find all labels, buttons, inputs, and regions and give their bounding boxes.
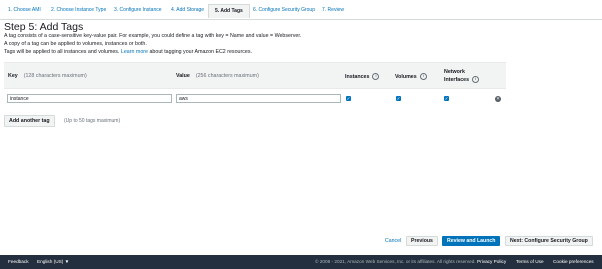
wizard-steps: 1. Choose AMI 2. Choose Instance Type 3.… <box>0 0 602 20</box>
network-interfaces-header-line-2: Interfaces <box>444 76 470 83</box>
feedback-link[interactable]: Feedback <box>8 259 29 264</box>
instances-header: Instances i <box>345 73 380 80</box>
description-line-1: A tag consists of a case-sensitive key-v… <box>4 33 302 39</box>
key-header-label: Key <box>8 73 18 79</box>
cancel-button[interactable]: Cancel <box>381 236 405 246</box>
info-icon[interactable]: i <box>372 73 380 80</box>
review-and-launch-button[interactable]: Review and Launch <box>442 236 501 246</box>
description-line-3: Tags will be applied to all instances an… <box>4 48 252 56</box>
key-header: Key (128 characters maximum) <box>8 73 87 79</box>
description-line-3-prefix: Tags will be applied to all instances an… <box>4 49 120 55</box>
tab-choose-instance-type[interactable]: 2. Choose Instance Type <box>51 7 106 13</box>
info-icon[interactable]: i <box>472 76 480 83</box>
value-header: Value (256 characters maximum) <box>176 73 259 79</box>
language-selector[interactable]: English (US) ▼ <box>37 259 69 264</box>
value-header-label: Value <box>176 73 190 79</box>
copyright-text: © 2008 - 2021, Amazon Web Services, Inc.… <box>315 259 476 264</box>
next-configure-security-group-button[interactable]: Next: Configure Security Group <box>505 236 593 246</box>
network-interfaces-header: Network Interfaces i <box>444 69 480 84</box>
tab-review[interactable]: 7. Review <box>322 7 344 13</box>
network-interfaces-header-line-1: Network <box>444 69 465 75</box>
instances-checkbox[interactable]: ✓ <box>346 96 351 101</box>
remove-tag-icon[interactable]: ✕ <box>495 96 501 102</box>
table-header: Key (128 characters maximum) Value (256 ch… <box>4 62 506 89</box>
tag-key-input[interactable] <box>7 94 172 103</box>
footer: Feedback English (US) ▼ © 2008 - 2021, A… <box>0 255 602 269</box>
description-line-3-suffix: about tagging your Amazon EC2 resources. <box>149 49 252 55</box>
info-icon[interactable]: i <box>419 73 427 80</box>
network-interfaces-checkbox[interactable]: ✓ <box>444 96 449 101</box>
description-line-2: A copy of a tag can be applied to volume… <box>4 41 147 47</box>
tags-table: Key (128 characters maximum) Value (256 ch… <box>4 62 506 106</box>
privacy-policy-link[interactable]: Privacy Policy <box>477 259 506 264</box>
volumes-header-label: Volumes <box>395 73 417 80</box>
tab-choose-ami[interactable]: 1. Choose AMI <box>8 7 41 13</box>
tab-configure-security-group[interactable]: 6. Configure Security Group <box>253 7 315 13</box>
value-header-hint: (256 characters maximum) <box>195 73 259 79</box>
add-tag-limit-hint: (Up to 50 tags maximum) <box>64 118 121 124</box>
terms-of-use-link[interactable]: Terms of Use <box>516 259 544 264</box>
previous-button[interactable]: Previous <box>406 236 438 246</box>
volumes-checkbox[interactable]: ✓ <box>396 96 401 101</box>
tab-add-tags[interactable]: 5. Add Tags <box>208 4 250 18</box>
add-another-tag-button[interactable]: Add another tag <box>4 115 55 127</box>
tab-configure-instance[interactable]: 3. Configure Instance <box>114 7 162 13</box>
instances-header-label: Instances <box>345 73 370 80</box>
learn-more-link[interactable]: Learn more <box>121 49 148 55</box>
volumes-header: Volumes i <box>395 73 427 80</box>
tag-value-input[interactable] <box>176 94 341 103</box>
key-header-hint: (128 characters maximum) <box>23 73 87 79</box>
tab-add-storage[interactable]: 4. Add Storage <box>171 7 204 13</box>
cookie-preferences-link[interactable]: Cookie preferences <box>553 259 594 264</box>
